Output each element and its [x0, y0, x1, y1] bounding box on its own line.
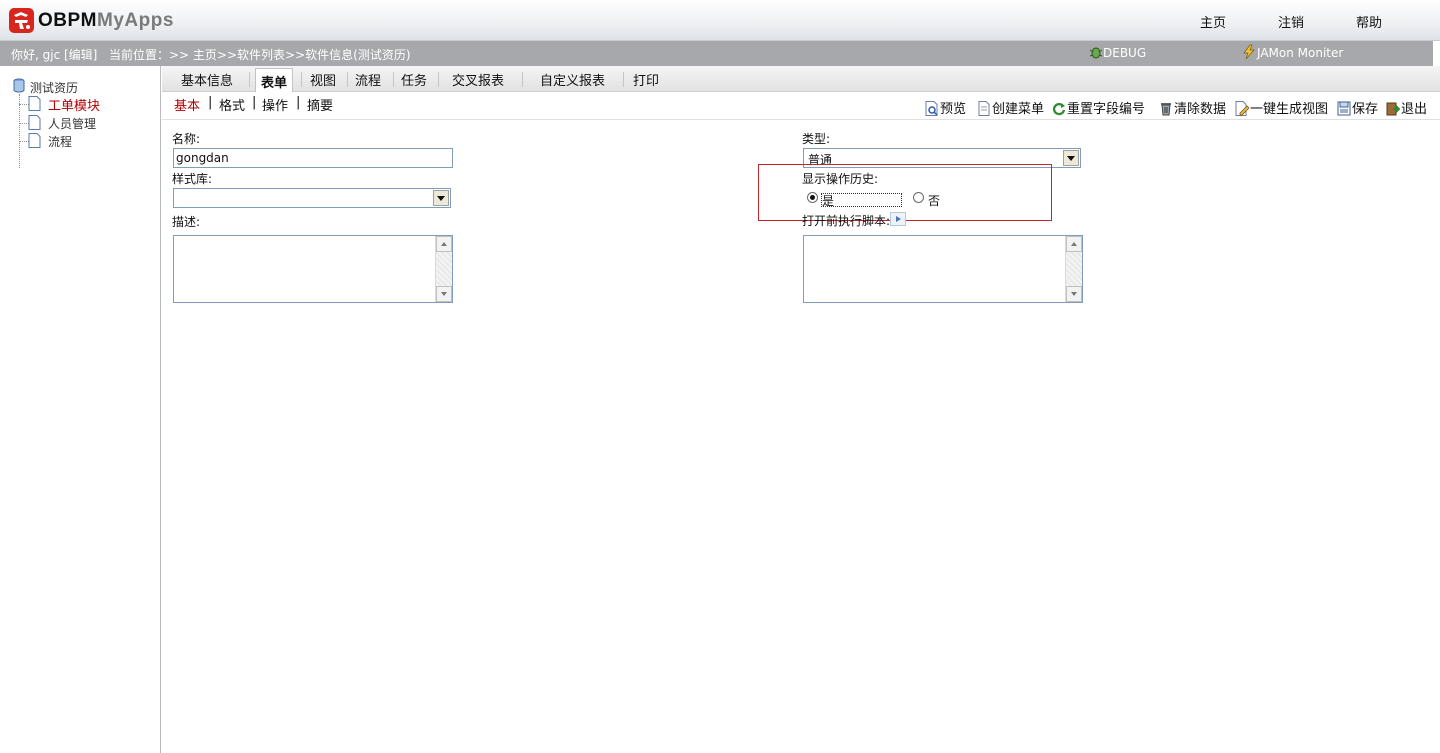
scrollbar[interactable] [435, 236, 452, 302]
history-yes-radio[interactable] [807, 192, 818, 203]
logo-text-myapps: MyApps [97, 10, 174, 31]
history-no-label[interactable]: 否 [928, 192, 940, 209]
lightning-icon[interactable] [1241, 44, 1257, 60]
help-link[interactable]: 帮助 [1356, 12, 1382, 31]
tree-item-label: 流程 [48, 135, 73, 149]
save-icon [1337, 101, 1351, 116]
description-textarea[interactable] [173, 235, 453, 303]
logo-text-obpm: OBPM [38, 10, 97, 31]
app-header: OBPM MyApps 主页 注销 帮助 [0, 0, 1440, 41]
save-label: 保存 [1352, 102, 1379, 117]
description-label: 描述: [172, 215, 201, 229]
separator: | [296, 95, 301, 110]
save-button[interactable]: 保存 [1337, 98, 1379, 117]
new-document-icon [977, 101, 991, 116]
preview-button[interactable]: 预览 [925, 98, 967, 117]
style-library-select[interactable] [173, 188, 451, 208]
name-label: 名称: [172, 132, 201, 146]
preview-label: 预览 [940, 102, 967, 117]
separator: | [208, 95, 213, 110]
refresh-icon [1052, 101, 1066, 116]
script-editor-icon[interactable] [890, 212, 906, 226]
pre-open-script-textarea[interactable] [803, 235, 1083, 303]
scroll-down-icon[interactable] [436, 286, 452, 302]
trash-icon [1159, 101, 1173, 116]
show-history-label: 显示操作历史: [802, 172, 879, 186]
tab-task[interactable]: 任务 [401, 70, 427, 89]
document-icon [28, 96, 41, 111]
generate-view-label: 一键生成视图 [1250, 102, 1329, 117]
chevron-down-icon[interactable] [433, 190, 449, 206]
home-link[interactable]: 主页 [1200, 12, 1226, 31]
preview-icon [925, 101, 939, 116]
tree-root-label: 测试资历 [30, 81, 79, 95]
create-menu-label: 创建菜单 [992, 102, 1045, 117]
subtab-basic[interactable]: 基本 [174, 95, 200, 114]
separator: | [252, 95, 257, 110]
subtab-operation[interactable]: 操作 [262, 95, 288, 114]
clear-data-button[interactable]: 清除数据 [1159, 98, 1227, 117]
history-yes-label[interactable]: 是 [822, 192, 834, 209]
tab-custom-report[interactable]: 自定义报表 [540, 70, 605, 89]
jamon-monitor-link[interactable]: JAMon Moniter [1257, 46, 1343, 60]
exit-button[interactable]: 退出 [1386, 98, 1428, 117]
tree-item-label: 工单模块 [48, 99, 101, 114]
generate-view-button[interactable]: 一键生成视图 [1235, 98, 1329, 117]
subtab-format[interactable]: 格式 [219, 95, 245, 114]
document-icon [28, 133, 41, 148]
edit-document-icon [1235, 101, 1249, 116]
tree-connector [19, 94, 20, 168]
document-icon [28, 115, 41, 130]
tab-flow[interactable]: 流程 [355, 70, 381, 89]
exit-icon [1386, 101, 1400, 116]
tab-basic-info[interactable]: 基本信息 [181, 70, 233, 89]
info-bar: 你好, gjc [编辑] 当前位置：>> 主页>>软件列表>>软件信息(测试资历… [0, 41, 1433, 66]
name-input[interactable]: gongdan [173, 148, 453, 168]
tab-view[interactable]: 视图 [310, 70, 336, 89]
tab-bar: 基本信息 表单 视图 流程 任务 交叉报表 自定义报表 打印 [162, 66, 1440, 94]
reset-field-numbers-button[interactable]: 重置字段编号 [1052, 98, 1146, 117]
chevron-down-icon[interactable] [1063, 150, 1079, 166]
tab-print[interactable]: 打印 [633, 70, 659, 89]
user-greeting[interactable]: 你好, gjc [编辑] [11, 46, 97, 63]
tree-item-label: 人员管理 [48, 117, 97, 131]
bug-icon[interactable] [1088, 44, 1104, 60]
scroll-up-icon[interactable] [436, 236, 452, 252]
reset-field-numbers-label: 重置字段编号 [1067, 102, 1146, 117]
scroll-down-icon[interactable] [1066, 286, 1082, 302]
logo-icon [9, 8, 34, 33]
scrollbar[interactable] [1065, 236, 1082, 302]
debug-link[interactable]: DEBUG [1103, 46, 1146, 60]
sub-toolbar: 基本 | 格式 | 操作 | 摘要 预览 创建菜单 重置字段编号 清除数据 一键… [162, 92, 1440, 120]
type-label: 类型: [802, 132, 831, 146]
breadcrumb[interactable]: 当前位置：>> 主页>>软件列表>>软件信息(测试资历) [109, 46, 411, 63]
subtab-summary[interactable]: 摘要 [307, 95, 333, 114]
scroll-up-icon[interactable] [1066, 236, 1082, 252]
style-library-label: 样式库: [172, 172, 213, 186]
exit-label: 退出 [1401, 102, 1428, 117]
sidebar: 测试资历 工单模块 人员管理 流程 [0, 66, 161, 753]
create-menu-button[interactable]: 创建菜单 [977, 98, 1045, 117]
database-icon [13, 78, 25, 93]
clear-data-label: 清除数据 [1174, 102, 1227, 117]
logout-link[interactable]: 注销 [1278, 12, 1304, 31]
tab-form[interactable]: 表单 [255, 68, 294, 94]
history-no-radio[interactable] [913, 192, 924, 203]
tab-crosstab-report[interactable]: 交叉报表 [452, 70, 504, 89]
pre-open-script-label: 打开前执行脚本: [802, 214, 891, 228]
